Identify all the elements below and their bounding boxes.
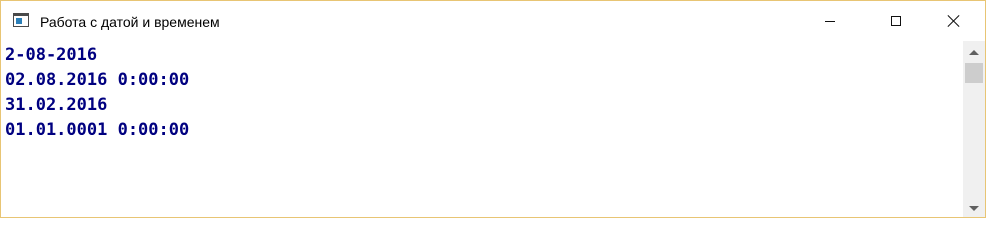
console-window: Работа с датой и временем 2-08-2016 02.0… [0,0,986,218]
minimize-button[interactable] [807,1,853,41]
console-window-icon[interactable] [13,13,29,27]
console-line: 2-08-2016 [5,45,98,65]
console-line: 31.02.2016 [5,95,108,115]
console-output[interactable]: 2-08-2016 02.08.2016 0:00:00 31.02.2016 … [1,41,963,217]
title-bar[interactable]: Работа с датой и временем [1,1,985,41]
close-icon [947,14,961,28]
scroll-down-button[interactable] [963,199,985,217]
window-title: Работа с датой и временем [40,14,220,30]
console-line: 01.01.0001 0:00:00 [5,120,190,140]
chevron-down-icon [969,205,979,211]
maximize-button[interactable] [873,1,919,41]
maximize-icon [891,16,901,26]
close-button[interactable] [931,1,977,41]
chevron-up-icon [969,49,979,55]
minimize-icon [825,20,835,22]
scroll-up-button[interactable] [963,43,985,61]
scroll-thumb[interactable] [965,63,983,83]
vertical-scrollbar[interactable] [963,41,985,217]
console-line: 02.08.2016 0:00:00 [5,70,190,90]
